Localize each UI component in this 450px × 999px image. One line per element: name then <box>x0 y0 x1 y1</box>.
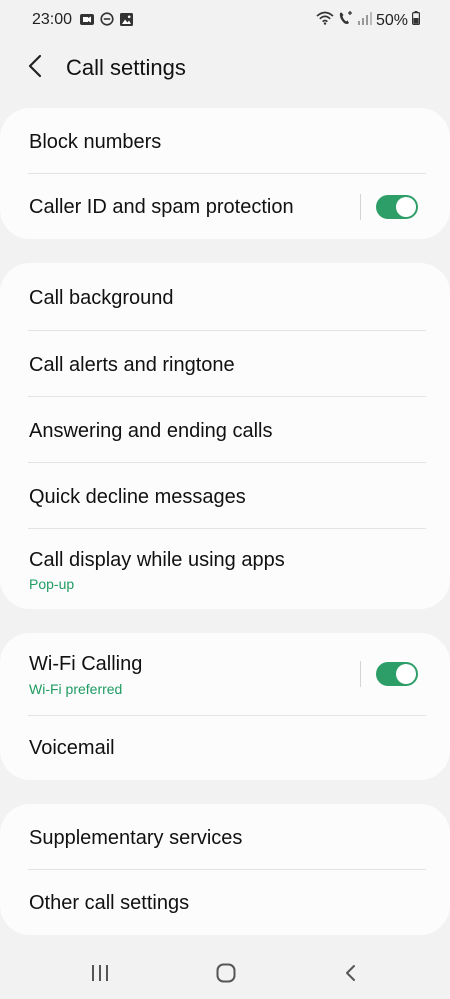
volte-call-icon <box>338 11 354 30</box>
battery-percent: 50% <box>375 11 408 29</box>
setting-title: Call background <box>29 287 174 309</box>
back-button[interactable] <box>24 52 50 80</box>
setting-row-supplementary[interactable]: Supplementary services <box>0 804 450 870</box>
status-right: 50% <box>316 11 421 30</box>
setting-row-block-numbers[interactable]: Block numbers <box>0 108 450 174</box>
do-not-disturb-icon <box>100 12 114 31</box>
recent-apps-button[interactable] <box>85 958 115 988</box>
status-notification-icons <box>80 12 133 31</box>
battery-icon <box>412 11 421 30</box>
gallery-notification-icon <box>120 12 133 31</box>
settings-card-call-experience: Call background Call alerts and ringtone… <box>0 263 450 609</box>
wifi-calling-toggle[interactable] <box>376 662 418 686</box>
setting-subtitle: Pop-up <box>29 576 75 592</box>
setting-row-voicemail[interactable]: Voicemail <box>0 716 450 780</box>
setting-title: Voicemail <box>29 737 115 759</box>
app-header: Call settings <box>0 44 450 88</box>
setting-subtitle: Wi-Fi preferred <box>29 681 123 697</box>
setting-title: Quick decline messages <box>29 486 246 508</box>
settings-card-other: Supplementary services Other call settin… <box>0 804 450 935</box>
status-time: 23:00 <box>32 11 73 28</box>
setting-title: Wi-Fi Calling <box>29 653 143 675</box>
nav-back-button[interactable] <box>336 958 366 988</box>
setting-title: Call display while using apps <box>29 549 285 571</box>
chevron-left-icon <box>28 54 42 78</box>
setting-row-caller-id[interactable]: Caller ID and spam protection <box>0 174 450 239</box>
settings-card-wifi-voicemail: Wi-Fi Calling Wi-Fi preferred Voicemail <box>0 633 450 780</box>
setting-title: Other call settings <box>29 892 190 914</box>
signal-strength-icon <box>357 11 372 30</box>
setting-title: Answering and ending calls <box>29 420 273 442</box>
page-title: Call settings <box>66 55 186 80</box>
vertical-separator <box>360 194 361 220</box>
setting-row-quick-decline[interactable]: Quick decline messages <box>0 463 450 529</box>
home-button[interactable] <box>211 958 241 988</box>
setting-title: Caller ID and spam protection <box>29 196 294 218</box>
toggle-knob <box>396 197 416 217</box>
vertical-separator <box>360 661 361 687</box>
system-nav-bar <box>0 946 450 999</box>
setting-row-call-display[interactable]: Call display while using apps Pop-up <box>0 529 450 609</box>
caller-id-toggle[interactable] <box>376 195 418 219</box>
wifi-calling-icon <box>316 11 334 30</box>
setting-row-other-call-settings[interactable]: Other call settings <box>0 870 450 935</box>
setting-title: Call alerts and ringtone <box>29 354 235 376</box>
setting-row-wifi-calling[interactable]: Wi-Fi Calling Wi-Fi preferred <box>0 633 450 716</box>
home-icon <box>216 963 236 983</box>
status-bar: 23:00 50% <box>0 0 450 40</box>
setting-title: Block numbers <box>29 131 162 153</box>
video-call-notification-icon <box>80 13 94 31</box>
setting-row-call-background[interactable]: Call background <box>0 263 450 331</box>
back-icon <box>346 965 355 981</box>
settings-card-blocking: Block numbers Caller ID and spam protect… <box>0 108 450 239</box>
toggle-knob <box>396 664 416 684</box>
setting-row-answering-ending[interactable]: Answering and ending calls <box>0 397 450 463</box>
setting-row-call-alerts[interactable]: Call alerts and ringtone <box>0 331 450 397</box>
recent-apps-icon <box>92 965 108 981</box>
setting-title: Supplementary services <box>29 827 243 849</box>
